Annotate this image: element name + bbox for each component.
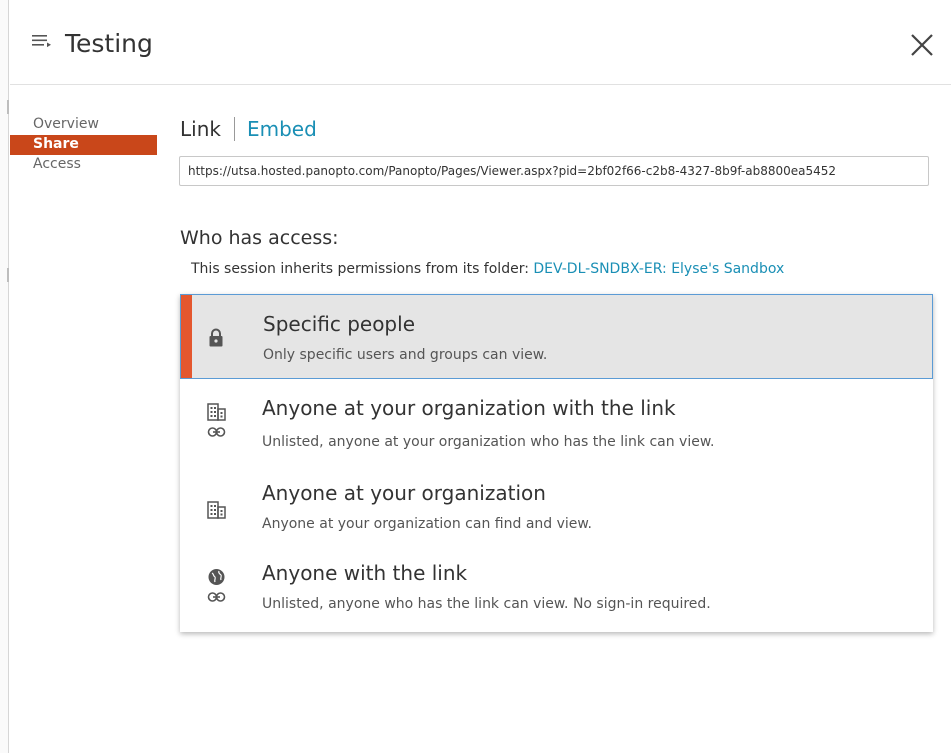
tab-embed[interactable]: Embed: [247, 117, 317, 141]
inherit-label: This session inherits permissions from i…: [191, 261, 534, 277]
globe-link-icon: [207, 569, 226, 602]
option-title: Anyone at your organization with the lin…: [262, 396, 676, 420]
settings-sidebar: Overview Share Access: [10, 115, 157, 175]
tab-link[interactable]: Link: [180, 117, 221, 141]
inherit-permissions-text: This session inherits permissions from i…: [191, 261, 784, 277]
access-option-org[interactable]: Anyone at your organization Anyone at yo…: [180, 469, 933, 551]
building-link-icon: [207, 403, 226, 437]
folder-link[interactable]: DEV-DL-SNDBX-ER: Elyse's Sandbox: [533, 261, 784, 277]
option-title: Anyone with the link: [262, 561, 468, 585]
option-title: Specific people: [263, 312, 415, 336]
sidebar-item-overview[interactable]: Overview: [10, 115, 157, 135]
selected-indicator: [181, 295, 192, 378]
option-description: Unlisted, anyone at your organization wh…: [262, 434, 715, 450]
option-description: Only specific users and groups can view.: [263, 347, 548, 363]
option-description: Unlisted, anyone who has the link can vi…: [262, 596, 711, 612]
share-tabs: Link Embed: [180, 116, 317, 143]
tab-divider: [233, 116, 235, 141]
access-option-org-with-link[interactable]: Anyone at your organization with the lin…: [180, 379, 933, 469]
option-description: Anyone at your organization can find and…: [262, 516, 593, 532]
left-window-edge: [0, 0, 9, 753]
close-icon[interactable]: [907, 30, 937, 60]
sidebar-item-share[interactable]: Share: [10, 135, 157, 155]
building-icon: [207, 501, 226, 519]
edge-tick: [7, 268, 9, 282]
panel-header: Testing: [10, 0, 951, 85]
page-title: Testing: [65, 29, 153, 58]
access-options-list: Specific people Only specific users and …: [180, 294, 933, 632]
share-url-field[interactable]: https://utsa.hosted.panopto.com/Panopto/…: [179, 156, 929, 186]
lock-icon: [209, 328, 223, 347]
access-heading: Who has access:: [180, 227, 339, 249]
sidebar-item-access[interactable]: Access: [10, 155, 157, 175]
access-option-specific-people[interactable]: Specific people Only specific users and …: [180, 294, 933, 379]
access-option-anyone-with-link[interactable]: Anyone with the link Unlisted, anyone wh…: [180, 551, 933, 631]
option-title: Anyone at your organization: [262, 481, 546, 505]
edge-tick: [7, 100, 9, 114]
list-menu-icon[interactable]: [32, 34, 52, 48]
